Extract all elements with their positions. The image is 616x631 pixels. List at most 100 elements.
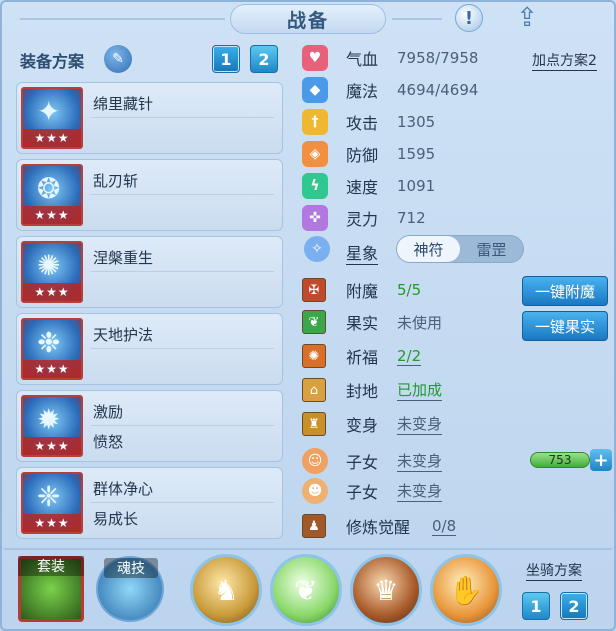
feature-label: 子女 [346, 453, 379, 472]
cultivate-icon: ♟ [302, 514, 326, 538]
enchant-icon: ✠ [302, 278, 326, 302]
mount-scheme-label: 坐骑方案 [526, 560, 582, 581]
page-title: 战备 [230, 4, 386, 34]
divider [91, 271, 274, 272]
feature-label: 祈福 [346, 348, 379, 367]
feature-label: 子女 [346, 483, 379, 502]
stat-label: 气血 [346, 50, 379, 69]
skill-stars: ★★★ [23, 283, 81, 301]
divider [4, 548, 612, 550]
skill-card[interactable]: ❂ ★★★ 乱刃斩 [16, 159, 283, 231]
feature-value[interactable]: 已加成 [397, 379, 443, 401]
one-click-enchant-button[interactable]: 一键附魔 [522, 276, 608, 306]
suit-label: 套装 [18, 556, 84, 576]
share-button[interactable]: ⇪ [510, 3, 544, 33]
scheme-1-button[interactable]: 1 [212, 45, 240, 73]
leaf-orb-icon[interactable]: ❦ [270, 554, 342, 626]
stat-value: 4694/4694 [397, 81, 479, 99]
divider [91, 194, 274, 195]
star-sign-toggle[interactable]: 神符 雷罡 [396, 235, 524, 263]
heart-icon: ♥ [302, 45, 328, 71]
feature-label: 修炼觉醒 [346, 518, 411, 537]
child-exp-bar: 753 [530, 452, 590, 468]
scheme-2-button[interactable]: 2 [250, 45, 278, 73]
skill-name: 乱刃斩 [93, 172, 139, 190]
stat-value: 1595 [397, 145, 436, 163]
feature-row-fruit: ❦ 果实 未使用 [302, 308, 442, 336]
skill-name: 绵里藏针 [93, 95, 154, 113]
feature-value[interactable]: 未变身 [397, 413, 443, 435]
feature-value[interactable]: 2/2 [397, 347, 422, 366]
mount-scheme-2-button[interactable]: 2 [560, 592, 588, 620]
info-icon: ! [455, 4, 483, 32]
star-sign-icon: ✧ [304, 236, 330, 262]
soul-skill-label: 魂技 [104, 558, 158, 578]
divider [91, 502, 274, 503]
skill-name: 天地护法 [93, 326, 154, 344]
skill-subname: 易成长 [93, 510, 139, 528]
skill-card[interactable]: ❉ ★★★ 天地护法 [16, 313, 283, 385]
divider [91, 425, 274, 426]
star-sign-option-leigang[interactable]: 雷罡 [460, 236, 523, 262]
stat-row-spirit: ✜ 灵力 712 [302, 204, 426, 232]
stat-label: 灵力 [346, 210, 379, 229]
feature-row-bless: ✺ 祈福 2/2 [302, 342, 422, 370]
stat-value: 1091 [397, 177, 436, 195]
stat-row-defense: ◈ 防御 1595 [302, 140, 435, 168]
monk-orb-icon[interactable]: ✋ [430, 554, 502, 626]
one-click-fruit-button[interactable]: 一键果实 [522, 311, 608, 341]
skill-name: 涅槃重生 [93, 249, 154, 267]
feature-row-fief: ⌂ 封地 已加成 [302, 376, 443, 404]
skill-stars: ★★★ [23, 514, 81, 532]
defense-icon: ◈ [302, 141, 328, 167]
feature-row-cultivate: ♟ 修炼觉醒 0/8 [302, 512, 457, 540]
skill-subname: 愤怒 [93, 433, 124, 451]
share-icon: ⇪ [516, 3, 538, 33]
info-button[interactable]: ! [452, 3, 486, 33]
skill-stars: ★★★ [23, 360, 81, 378]
feature-label: 附魔 [346, 282, 379, 301]
child-icon: ☺ [302, 448, 328, 474]
beast-orb-icon[interactable]: ♛ [350, 554, 422, 626]
skill-stars: ★★★ [23, 437, 81, 455]
skill-name: 激励 [93, 403, 124, 421]
skill-card[interactable]: ✦ ★★★ 绵里藏针 [16, 82, 283, 154]
stat-label: 速度 [346, 178, 379, 197]
divider [91, 348, 274, 349]
skill-stars: ★★★ [23, 206, 81, 224]
stat-value: 1305 [397, 113, 436, 131]
skill-card[interactable]: ✹ ★★★ 激励 愤怒 [16, 390, 283, 462]
stat-value: 712 [397, 209, 426, 227]
attack-icon: † [302, 109, 328, 135]
star-sign-option-shenfu[interactable]: 神符 [397, 236, 460, 262]
needle-icon: ✦ ★★★ [21, 87, 83, 149]
feature-label: 果实 [346, 314, 379, 333]
skill-card[interactable]: ❈ ★★★ 群体净心 易成长 [16, 467, 283, 539]
feature-value[interactable]: 未变身 [397, 480, 443, 502]
feature-label: 封地 [346, 382, 379, 401]
title-ornament-right [392, 18, 442, 20]
stat-row-attack: † 攻击 1305 [302, 108, 435, 136]
transform-icon: ♜ [302, 412, 326, 436]
mount-scheme-1-button[interactable]: 1 [522, 592, 550, 620]
phoenix-icon: ✺ ★★★ [21, 241, 83, 303]
feature-value: 未使用 [397, 313, 443, 332]
feature-value[interactable]: 未变身 [397, 450, 443, 472]
feature-value: 5/5 [397, 281, 422, 299]
star-sign-label[interactable]: 星象 [346, 240, 379, 265]
equipment-scheme-label: 装备方案 [20, 52, 85, 71]
child-exp-plus-button[interactable]: + [590, 449, 612, 471]
skill-card[interactable]: ✺ ★★★ 涅槃重生 [16, 236, 283, 308]
skill-name: 群体净心 [93, 480, 154, 498]
edit-scheme-button[interactable]: ✎ [104, 45, 132, 73]
feature-row-enchant: ✠ 附魔 5/5 [302, 276, 421, 304]
spirit-icon: ✜ [302, 205, 328, 231]
stat-label: 魔法 [346, 82, 379, 101]
purify-icon: ❈ ★★★ [21, 472, 83, 534]
feature-row-transform: ♜ 变身 未变身 [302, 410, 443, 438]
skill-stars: ★★★ [23, 129, 81, 147]
feature-value[interactable]: 0/8 [432, 517, 457, 536]
fruit-icon: ❦ [302, 310, 326, 334]
warrior-orb-icon[interactable]: ♞ [190, 554, 262, 626]
add-point-scheme-link[interactable]: 加点方案2 [532, 50, 597, 71]
